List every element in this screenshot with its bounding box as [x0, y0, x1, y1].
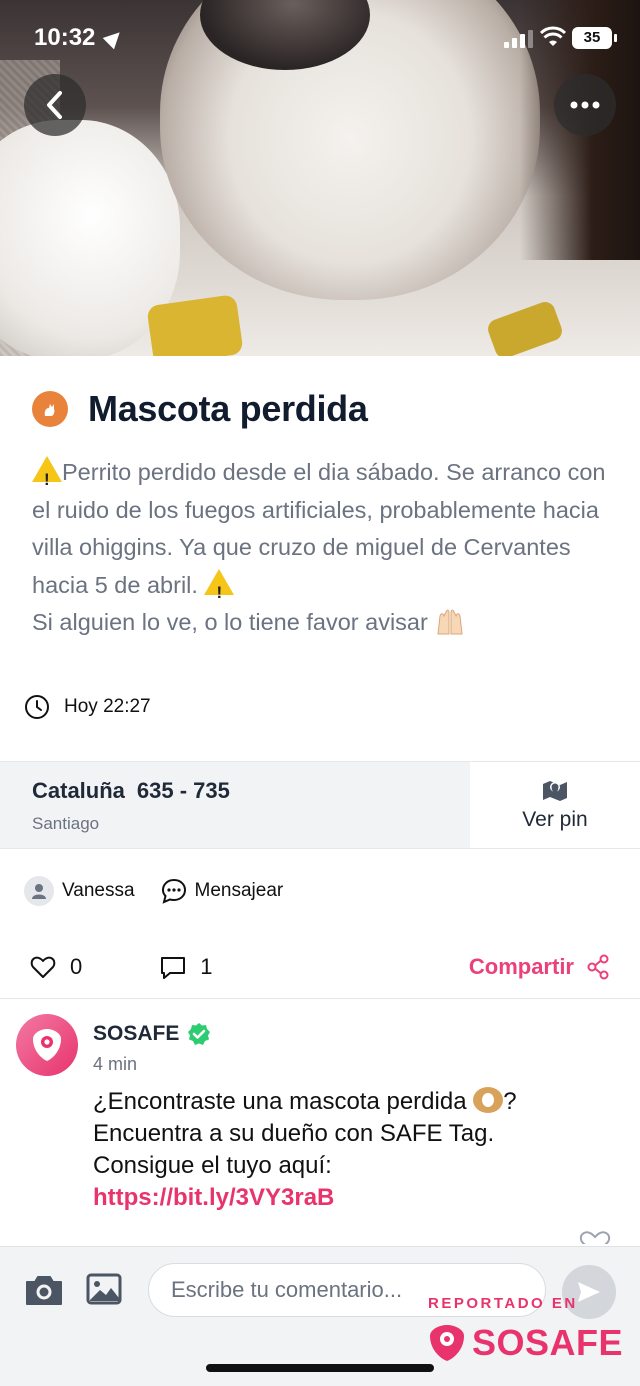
dog-face-icon — [473, 1087, 504, 1113]
warning-icon — [204, 568, 235, 611]
cellular-signal-icon — [504, 30, 534, 48]
description-text-line2: Si alguien lo ve, o lo tiene favor avisa… — [32, 609, 428, 635]
post-title: Mascota perdida — [88, 388, 368, 429]
comment-author-name: SOSAFE — [93, 1022, 180, 1045]
divider — [0, 848, 640, 849]
message-label: Mensajear — [194, 880, 284, 901]
photo-collar-right — [485, 299, 565, 356]
address-range: 635 - 735 — [136, 778, 230, 803]
comment-like-icon[interactable] — [578, 1230, 612, 1244]
heart-icon — [30, 956, 56, 978]
verified-badge-icon — [188, 1023, 211, 1045]
comment-input-placeholder: Escribe tu comentario... — [171, 1277, 403, 1302]
comment-count: 1 — [200, 954, 213, 979]
user-avatar-icon — [24, 876, 54, 906]
send-icon — [578, 1282, 600, 1302]
comment-icon — [161, 957, 186, 979]
sosafe-avatar-icon[interactable] — [16, 1014, 78, 1076]
warning-icon — [32, 456, 62, 499]
chat-bubble-icon — [161, 878, 186, 904]
map-pin-icon — [543, 781, 567, 801]
comment-link[interactable]: https://bit.ly/3VY3raB — [93, 1184, 334, 1211]
watermark-logo: SOSAFE — [428, 1322, 623, 1364]
like-count: 0 — [70, 954, 83, 979]
pet-category-icon — [32, 391, 68, 427]
share-icon — [587, 954, 609, 980]
author-row: Vanessa Mensajear — [24, 876, 283, 906]
divider — [0, 998, 640, 999]
comment-composer: Escribe tu comentario... — [0, 1246, 640, 1332]
like-button[interactable]: 0 — [30, 954, 82, 980]
comment-text-part1: ¿Encontraste una mascota perdida — [93, 1088, 467, 1115]
address-city: Santiago — [32, 814, 100, 833]
sosafe-logo-icon — [430, 1325, 464, 1361]
comment-text: ¿Encontraste una mascota perdida ? Encue… — [93, 1086, 573, 1214]
post-header: Mascota perdida — [32, 388, 368, 430]
back-button[interactable] — [24, 74, 86, 136]
watermark-brand: SOSAFE — [472, 1322, 624, 1363]
raised-hands-icon — [437, 609, 463, 635]
location-arrow-icon — [102, 26, 126, 50]
author-name[interactable]: Vanessa — [62, 880, 135, 902]
wifi-icon — [540, 26, 566, 46]
description-text: Perrito perdido desde el dia sábado. Se … — [32, 459, 606, 598]
address-street: Cataluña — [32, 778, 125, 803]
comment-author[interactable]: SOSAFE — [93, 1022, 211, 1046]
address-block: Cataluña 635 - 735 Santiago — [0, 762, 470, 848]
clock-icon — [25, 695, 49, 719]
comment-time: 4 min — [93, 1054, 138, 1074]
ver-pin-button[interactable]: Ver pin — [470, 762, 640, 848]
more-dots-icon — [570, 101, 600, 109]
more-options-button[interactable] — [554, 74, 616, 136]
home-indicator — [206, 1364, 434, 1372]
address-line: Cataluña 635 - 735 — [32, 778, 438, 804]
message-button[interactable]: Mensajear — [161, 878, 284, 904]
ver-pin-label: Ver pin — [522, 808, 588, 831]
status-time: 10:32 — [34, 24, 96, 51]
camera-icon[interactable] — [24, 1273, 64, 1307]
share-label: Compartir — [468, 954, 574, 979]
post-description: Perrito perdido desde el dia sábado. Se … — [32, 454, 622, 642]
share-button[interactable]: Compartir — [469, 954, 610, 980]
post-timestamp: Hoy 22:27 — [24, 694, 151, 720]
comments-button[interactable]: 1 — [160, 954, 213, 980]
post-actions: 0 1 Compartir — [30, 950, 610, 984]
battery-icon: 35 — [572, 27, 617, 49]
status-bar: 10:32 35 — [0, 0, 640, 78]
chevron-left-icon — [47, 91, 62, 119]
gallery-icon[interactable] — [86, 1273, 122, 1305]
watermark-caption: REPORTADO EN — [428, 1295, 578, 1312]
timestamp-text: Hoy 22:27 — [64, 696, 151, 717]
